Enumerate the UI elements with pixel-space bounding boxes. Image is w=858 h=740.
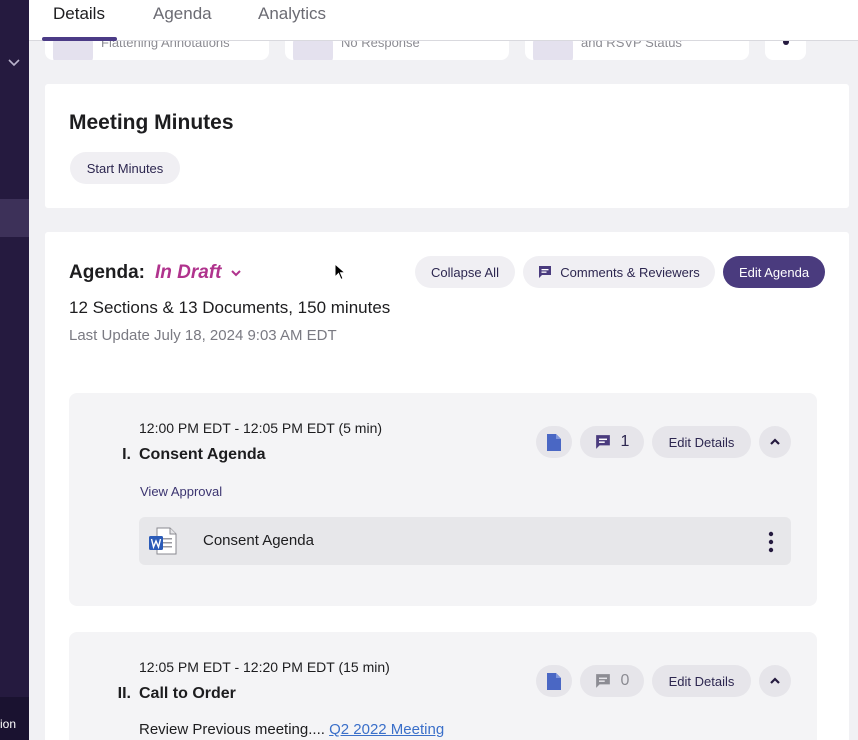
comment-count: 1: [620, 433, 630, 450]
response-icon: [293, 41, 333, 60]
agenda-status-text: In Draft: [155, 262, 222, 283]
section-title: Call to Order: [139, 685, 236, 702]
agenda-status-dropdown[interactable]: In Draft: [155, 262, 242, 284]
tab-details[interactable]: Details: [53, 4, 105, 24]
more-options-icon[interactable]: [765, 530, 777, 554]
section-description: Review Previous meeting.... Q2 2022 Meet…: [139, 721, 444, 738]
annotations-icon: [53, 41, 93, 60]
summary-card-more[interactable]: [765, 41, 806, 60]
edit-agenda-button[interactable]: Edit Agenda: [723, 256, 825, 288]
meeting-minutes-title: Meeting Minutes: [69, 111, 234, 134]
section-time: 12:05 PM EDT - 12:20 PM EDT (15 min): [139, 659, 390, 675]
edit-details-button[interactable]: Edit Details: [652, 665, 751, 697]
section-number: II.: [117, 685, 131, 702]
chevron-down-icon[interactable]: [6, 54, 22, 70]
comments-reviewers-label: Comments & Reviewers: [560, 264, 700, 280]
agenda-label: Agenda:: [69, 262, 145, 283]
document-icon: [547, 433, 561, 451]
start-minutes-button[interactable]: Start Minutes: [70, 152, 180, 184]
chevron-down-icon: [230, 270, 241, 277]
comment-count: 0: [620, 672, 630, 689]
section-title: Consent Agenda: [139, 446, 266, 463]
summary-card-rsvp[interactable]: and RSVP Status: [525, 41, 749, 60]
document-icon: [547, 672, 561, 690]
agenda-section: 12:05 PM EDT - 12:20 PM EDT (15 min) II.…: [69, 632, 817, 740]
tab-analytics[interactable]: Analytics: [258, 4, 326, 24]
agenda-last-update: Last Update July 18, 2024 9:03 AM EDT: [69, 327, 337, 344]
word-doc-icon: [149, 527, 177, 555]
chevron-up-icon: [770, 438, 780, 445]
section-comments-button[interactable]: 1: [580, 426, 644, 458]
mouse-cursor-icon: [334, 263, 346, 281]
previous-meeting-link[interactable]: Q2 2022 Meeting: [329, 721, 444, 738]
add-document-button[interactable]: [536, 665, 572, 697]
document-name: Consent Agenda: [203, 532, 314, 549]
view-approval-link[interactable]: View Approval: [140, 484, 222, 499]
comment-icon: [595, 674, 610, 688]
document-row[interactable]: Consent Agenda: [139, 517, 791, 565]
collapse-section-button[interactable]: [759, 426, 791, 458]
review-text: Review Previous meeting....: [139, 721, 325, 738]
comment-icon: [539, 266, 552, 278]
summary-card-text: No Response: [341, 41, 420, 50]
collapse-all-button[interactable]: Collapse All: [415, 256, 515, 288]
comments-reviewers-button[interactable]: Comments & Reviewers: [523, 256, 715, 288]
dot-icon: [783, 41, 789, 45]
section-comments-button[interactable]: 0: [580, 665, 644, 697]
agenda-section: 12:00 PM EDT - 12:05 PM EDT (5 min) I. C…: [69, 393, 817, 606]
summary-card-text: Flattening Annotations: [101, 41, 230, 50]
section-number: I.: [122, 446, 131, 463]
chevron-up-icon: [770, 677, 780, 684]
rsvp-icon: [533, 41, 573, 60]
add-document-button[interactable]: [536, 426, 572, 458]
app-sidebar: ion: [0, 0, 29, 740]
comment-icon: [595, 435, 610, 449]
sidebar-bottom-label: ion: [0, 717, 17, 731]
edit-details-button[interactable]: Edit Details: [652, 426, 751, 458]
collapse-section-button[interactable]: [759, 665, 791, 697]
tab-bar: Details Agenda Analytics: [29, 0, 858, 41]
summary-card-text: and RSVP Status: [581, 41, 682, 50]
agenda-summary: 12 Sections & 13 Documents, 150 minutes: [69, 298, 391, 317]
meeting-minutes-panel: Meeting Minutes Start Minutes: [45, 84, 849, 208]
agenda-panel: Agenda: In Draft 12 Sections & 13 Docume…: [45, 232, 849, 740]
sidebar-active-item[interactable]: [0, 199, 29, 237]
sidebar-bottom-item[interactable]: ion: [0, 697, 29, 740]
section-time: 12:00 PM EDT - 12:05 PM EDT (5 min): [139, 420, 383, 436]
summary-card-response[interactable]: No Response: [285, 41, 509, 60]
summary-card-annotations[interactable]: Flattening Annotations: [45, 41, 269, 60]
tab-agenda[interactable]: Agenda: [153, 4, 212, 24]
